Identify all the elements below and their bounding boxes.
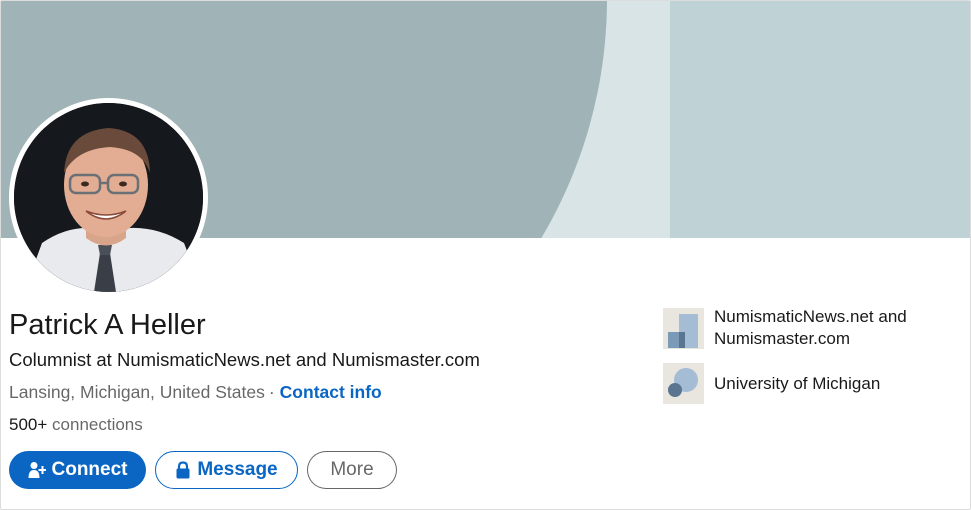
profile-location: Lansing, Michigan, United States <box>9 382 265 402</box>
add-person-icon <box>28 461 46 479</box>
school-logo-icon <box>663 363 704 404</box>
school-name: University of Michigan <box>714 373 881 393</box>
education-item[interactable]: University of Michigan <box>663 363 944 404</box>
banner-panel <box>670 1 970 238</box>
connections-count[interactable]: 500+ connections <box>9 415 143 435</box>
current-company-item[interactable]: NumismaticNews.net and Numismaster.com <box>663 306 944 350</box>
connections-number: 500+ <box>9 415 48 434</box>
message-button-label: Message <box>197 459 278 480</box>
location-separator: · <box>268 382 275 402</box>
profile-card: Patrick A Heller Columnist at Numismatic… <box>0 0 971 510</box>
more-button-label: More <box>330 459 374 480</box>
company-name: NumismaticNews.net and Numismaster.com <box>714 307 907 348</box>
profile-name: Patrick A Heller <box>9 309 206 341</box>
experience-education-list: NumismaticNews.net and Numismaster.com U… <box>663 306 944 417</box>
connect-button-label: Connect <box>51 459 128 480</box>
more-button[interactable]: More <box>307 451 397 489</box>
contact-info-link[interactable]: Contact info <box>280 382 382 402</box>
lock-icon <box>175 461 191 479</box>
profile-headline: Columnist at NumismaticNews.net and Numi… <box>9 349 480 370</box>
connections-label: connections <box>52 415 143 434</box>
location-row: Lansing, Michigan, United States · Contact… <box>9 382 382 403</box>
avatar-photo <box>14 103 203 292</box>
profile-avatar[interactable] <box>9 98 208 297</box>
message-button[interactable]: Message <box>155 451 298 489</box>
company-logo-icon <box>663 307 704 349</box>
connect-button[interactable]: Connect <box>9 451 146 489</box>
